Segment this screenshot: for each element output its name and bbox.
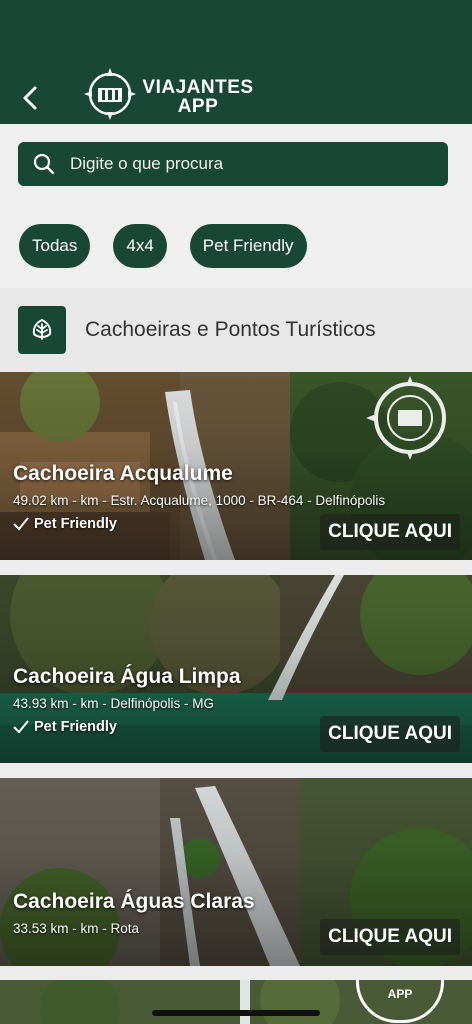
- filter-chips: Todas 4x4 Pet Friendly: [19, 224, 307, 268]
- section-title: Cachoeiras e Pontos Turísticos: [85, 318, 376, 341]
- card-title: Cachoeira Acqualume: [13, 462, 233, 485]
- logo-text: VIAJANTES APP: [142, 78, 254, 116]
- place-card[interactable]: Cachoeira Água Limpa 43.93 km - km - Del…: [0, 575, 472, 763]
- pet-friendly-label: Pet Friendly: [34, 516, 117, 532]
- app-logo: VIAJANTES APP: [80, 66, 260, 122]
- app-header: VIAJANTES APP: [0, 0, 472, 124]
- section-header: Cachoeiras e Pontos Turísticos: [0, 288, 472, 372]
- chevron-left-icon: [23, 86, 37, 110]
- place-card[interactable]: Cachoeira Águas Claras 33.53 km - km - R…: [0, 778, 472, 966]
- filter-chip-pet-friendly[interactable]: Pet Friendly: [189, 224, 307, 268]
- watermark-text: APP: [387, 987, 413, 1001]
- logo-line-1: VIAJANTES: [142, 77, 254, 98]
- card-subtitle: 49.02 km - km - Estr. Acqualume, 1000 - …: [13, 493, 386, 508]
- place-card[interactable]: APP: [0, 980, 472, 1024]
- clique-aqui-button[interactable]: CLIQUE AQUI: [320, 716, 460, 752]
- card-subtitle: 43.93 km - km - Delfinópolis - MG: [13, 696, 215, 711]
- check-icon: [13, 517, 29, 531]
- section-icon-box: [18, 306, 66, 354]
- filter-chip-4x4[interactable]: 4x4: [113, 224, 167, 268]
- back-button[interactable]: [14, 80, 46, 116]
- compass-logo-icon: [84, 68, 136, 120]
- watermark-logo: [366, 376, 446, 460]
- pet-friendly-label: Pet Friendly: [34, 719, 117, 735]
- search-area: Todas 4x4 Pet Friendly: [0, 124, 472, 288]
- place-card[interactable]: Cachoeira Acqualume 49.02 km - km - Estr…: [0, 372, 472, 560]
- search-icon: [33, 153, 55, 175]
- search-bar[interactable]: [18, 142, 448, 186]
- card-title: Cachoeira Água Limpa: [13, 665, 241, 688]
- pet-friendly-badge: Pet Friendly: [13, 516, 117, 532]
- pet-friendly-badge: Pet Friendly: [13, 719, 117, 735]
- card-title: Cachoeira Águas Claras: [13, 890, 255, 913]
- leaf-icon: [32, 318, 52, 340]
- home-indicator[interactable]: [152, 1010, 320, 1016]
- clique-aqui-button[interactable]: CLIQUE AQUI: [320, 919, 460, 955]
- logo-line-2: APP: [177, 96, 219, 117]
- check-icon: [13, 720, 29, 734]
- clique-aqui-button[interactable]: CLIQUE AQUI: [320, 514, 460, 550]
- search-input[interactable]: [68, 153, 432, 175]
- filter-chip-todas[interactable]: Todas: [19, 224, 91, 268]
